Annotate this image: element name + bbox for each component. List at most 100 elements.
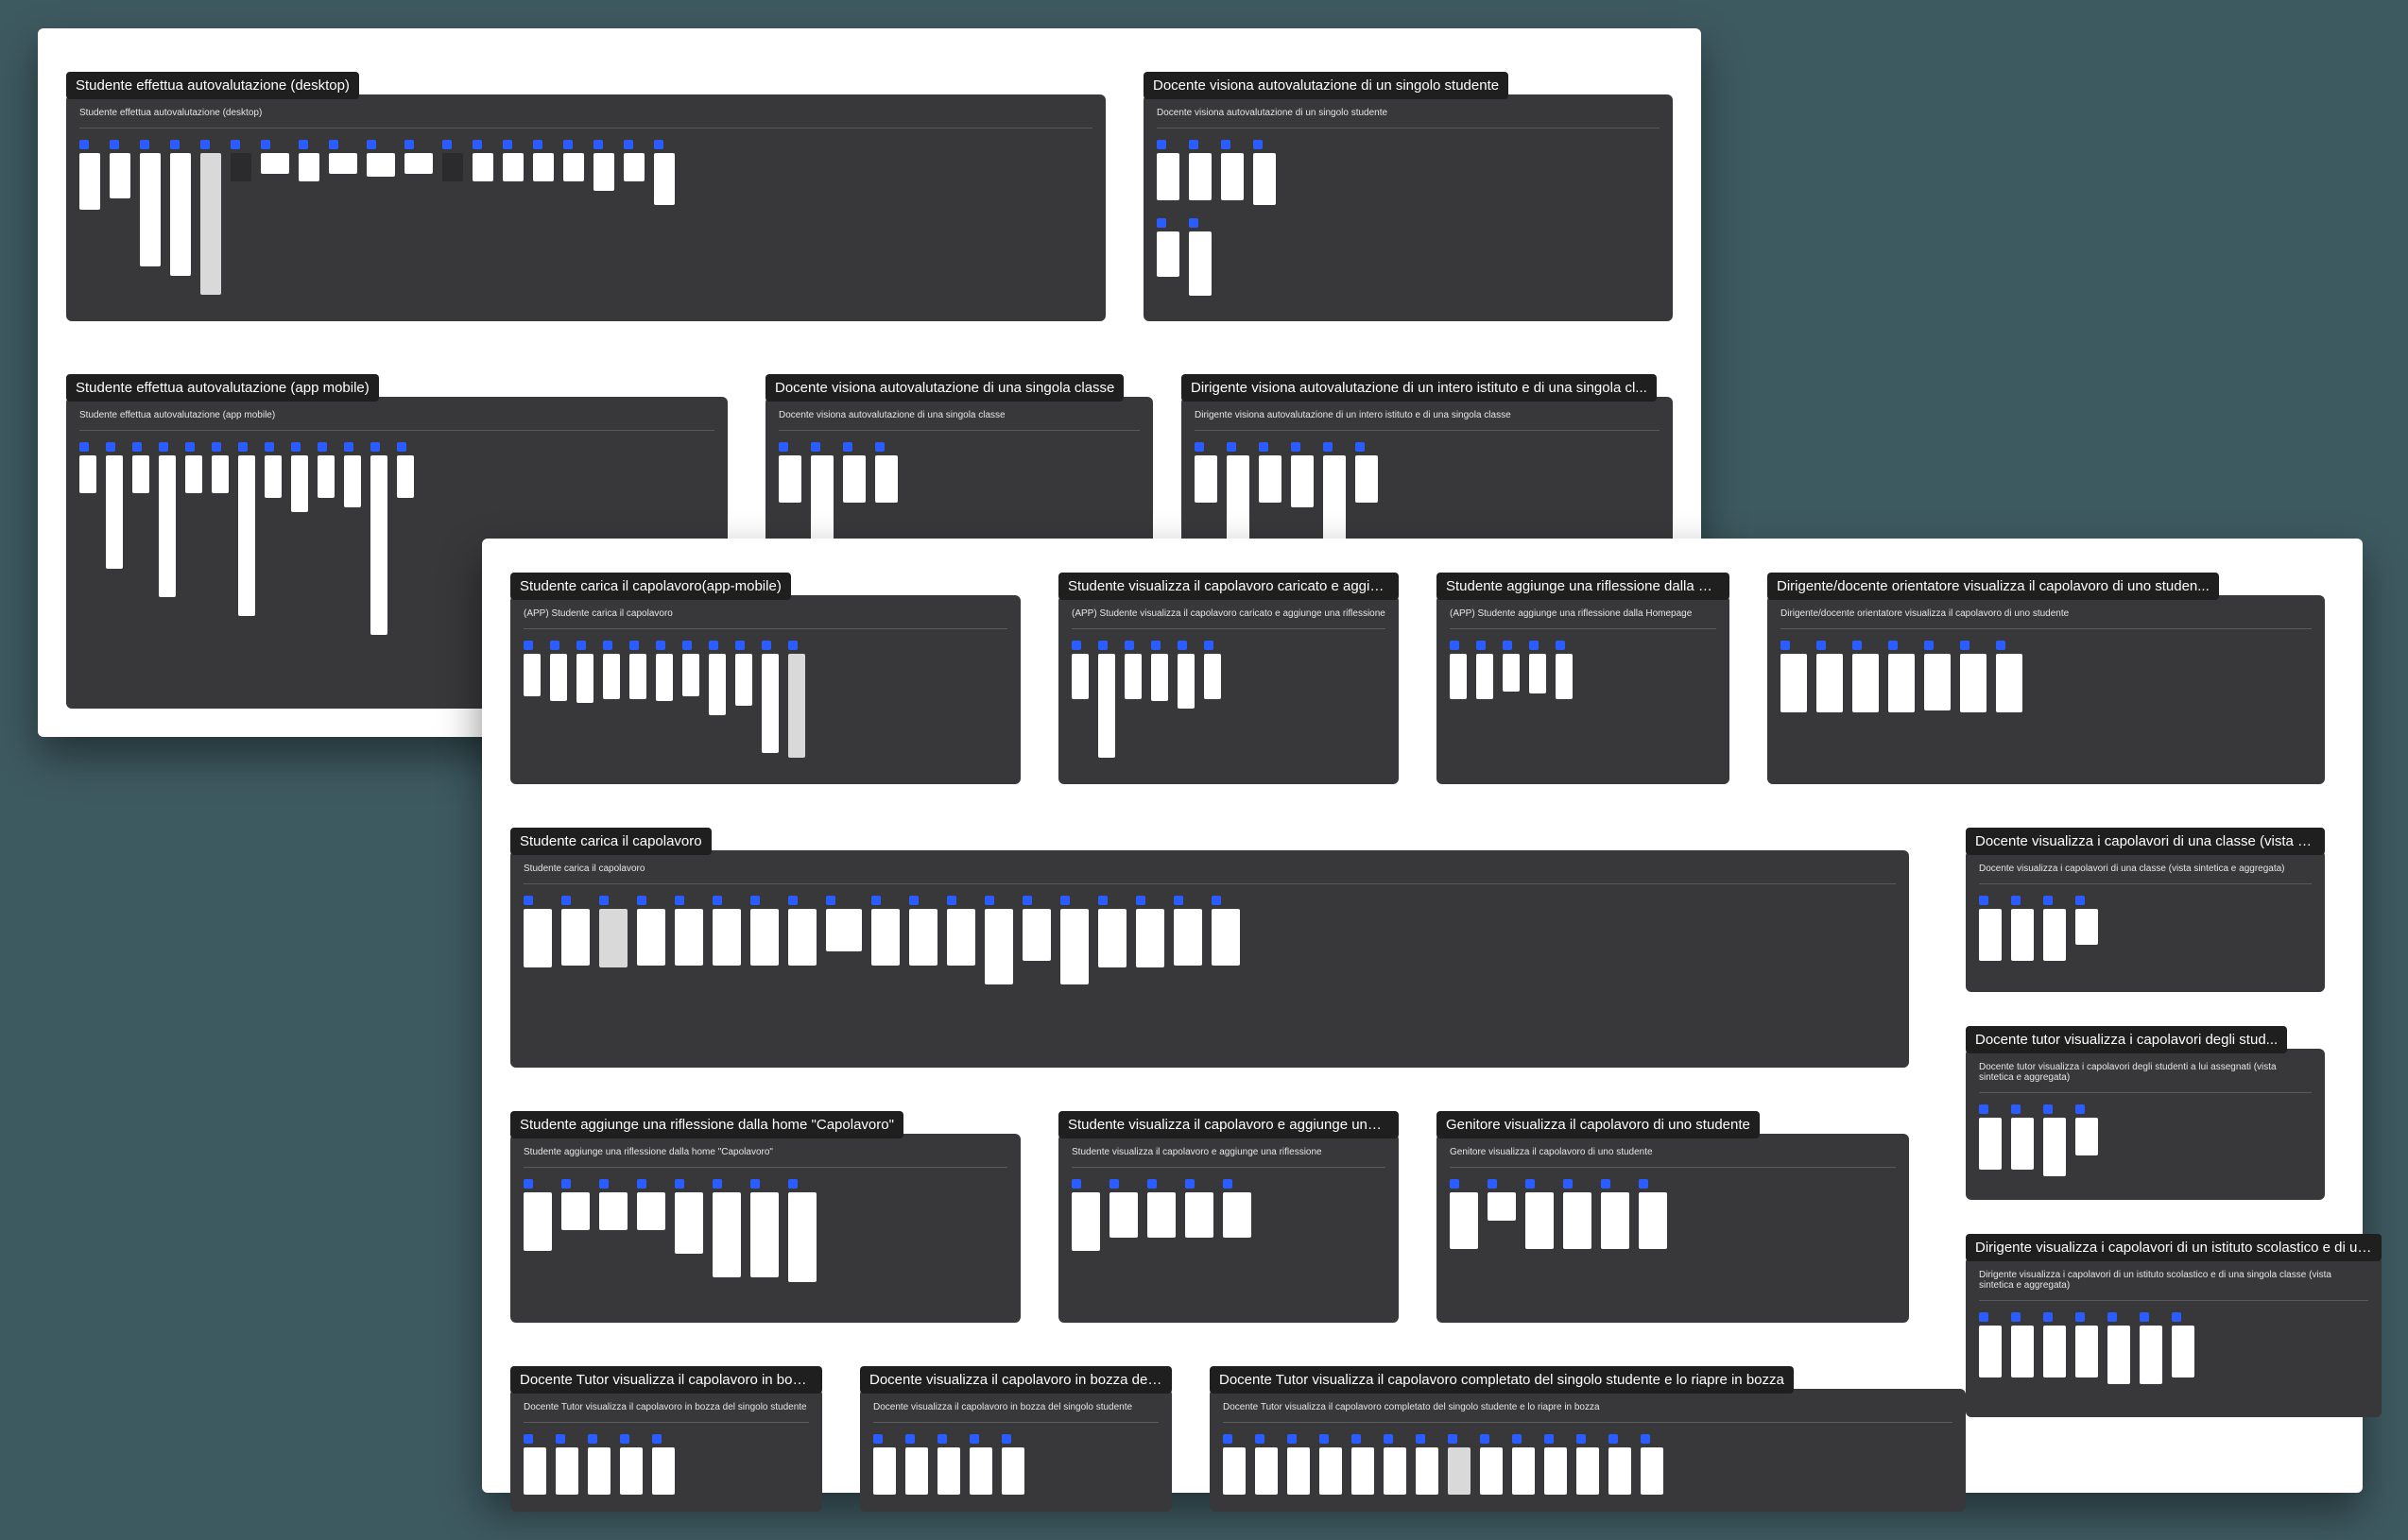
- flow-card[interactable]: Dirigente/docente orientatore visualizza…: [1767, 595, 2325, 784]
- screen-thumb[interactable]: [1503, 654, 1520, 692]
- screen[interactable]: [1979, 1312, 2002, 1377]
- screen[interactable]: [871, 896, 900, 966]
- screen-thumb[interactable]: [329, 153, 357, 174]
- screen[interactable]: [1601, 1179, 1629, 1249]
- screen-thumb[interactable]: [261, 153, 289, 174]
- screen[interactable]: [261, 140, 289, 174]
- screen[interactable]: [826, 896, 862, 951]
- screen[interactable]: [2172, 1312, 2194, 1377]
- flow-card[interactable]: Docente visiona autovalutazione di un si…: [1144, 94, 1673, 321]
- screen[interactable]: [735, 641, 752, 706]
- flow-card[interactable]: Studente visualizza il capolavoro carica…: [1058, 595, 1399, 784]
- screen[interactable]: [788, 1179, 817, 1282]
- screen-thumb[interactable]: [2043, 1118, 2066, 1176]
- screen[interactable]: [682, 641, 699, 696]
- screen[interactable]: [599, 1179, 628, 1230]
- screen[interactable]: [1109, 1179, 1138, 1238]
- screen-thumb[interactable]: [159, 455, 176, 597]
- screen[interactable]: [140, 140, 161, 266]
- screen-thumb[interactable]: [709, 654, 726, 715]
- screen[interactable]: [1503, 641, 1520, 692]
- screen-thumb[interactable]: [599, 1192, 628, 1230]
- screen[interactable]: [367, 140, 395, 177]
- screen-thumb[interactable]: [2075, 1118, 2098, 1155]
- screen[interactable]: [1098, 641, 1115, 758]
- screen[interactable]: [875, 442, 898, 503]
- screen-thumb[interactable]: [1355, 455, 1378, 503]
- screen-thumb[interactable]: [1641, 1447, 1663, 1495]
- screen[interactable]: [2075, 1312, 2098, 1377]
- screen-thumb[interactable]: [1291, 455, 1314, 507]
- screen[interactable]: [1488, 1179, 1516, 1221]
- screen[interactable]: [675, 896, 703, 966]
- screen[interactable]: [656, 641, 673, 701]
- screen-thumb[interactable]: [132, 455, 149, 493]
- screen[interactable]: [1888, 641, 1915, 712]
- screen[interactable]: [654, 140, 675, 205]
- screen[interactable]: [291, 442, 308, 512]
- screen[interactable]: [2075, 1104, 2098, 1155]
- screen-thumb[interactable]: [1852, 654, 1879, 712]
- screen-thumb[interactable]: [788, 654, 805, 758]
- screen[interactable]: [1221, 140, 1244, 200]
- screen-thumb[interactable]: [1529, 654, 1546, 693]
- flow-card[interactable]: Studente carica il capolavoroStudente ca…: [510, 850, 1909, 1068]
- screen-thumb[interactable]: [1151, 654, 1168, 701]
- screen-thumb[interactable]: [79, 455, 96, 493]
- screen[interactable]: [265, 442, 282, 498]
- flow-card[interactable]: Docente tutor visualizza i capolavori de…: [1966, 1049, 2325, 1200]
- screen[interactable]: [1253, 140, 1276, 205]
- screen[interactable]: [79, 140, 100, 210]
- screen[interactable]: [2075, 896, 2098, 945]
- screen[interactable]: [106, 442, 123, 569]
- screen-thumb[interactable]: [2043, 1326, 2066, 1377]
- screen[interactable]: [593, 140, 614, 191]
- screen[interactable]: [1450, 641, 1467, 699]
- screen[interactable]: [1195, 442, 1217, 503]
- screen[interactable]: [1448, 1434, 1471, 1495]
- screen-thumb[interactable]: [843, 455, 866, 503]
- screen-thumb[interactable]: [367, 153, 395, 177]
- screen[interactable]: [1924, 641, 1951, 710]
- screen[interactable]: [1185, 1179, 1213, 1238]
- screen[interactable]: [1259, 442, 1281, 503]
- screen[interactable]: [1189, 218, 1212, 296]
- screen-thumb[interactable]: [533, 153, 554, 181]
- screen[interactable]: [212, 442, 229, 493]
- screen-thumb[interactable]: [1488, 1192, 1516, 1221]
- flow-card[interactable]: Studente aggiunge una riflessione dalla …: [1436, 595, 1729, 784]
- screen-thumb[interactable]: [1480, 1447, 1503, 1495]
- screen-thumb[interactable]: [2043, 909, 2066, 961]
- screen-thumb[interactable]: [1212, 909, 1240, 966]
- screen-thumb[interactable]: [788, 909, 817, 966]
- screen-thumb[interactable]: [1098, 654, 1115, 758]
- screen[interactable]: [588, 1434, 611, 1495]
- screen[interactable]: [1098, 896, 1127, 967]
- screen[interactable]: [1291, 442, 1314, 507]
- screen[interactable]: [1002, 1434, 1024, 1495]
- screen[interactable]: [937, 1434, 960, 1495]
- screen[interactable]: [750, 896, 779, 966]
- screen[interactable]: [1608, 1434, 1631, 1495]
- screen-thumb[interactable]: [106, 455, 123, 569]
- screen[interactable]: [473, 140, 493, 181]
- screen[interactable]: [2043, 1104, 2066, 1176]
- screen[interactable]: [299, 140, 319, 181]
- screen-thumb[interactable]: [79, 153, 100, 210]
- screen-thumb[interactable]: [637, 909, 665, 966]
- screen[interactable]: [576, 641, 593, 703]
- screen-thumb[interactable]: [1476, 654, 1493, 699]
- screen-thumb[interactable]: [2172, 1326, 2194, 1377]
- screen-thumb[interactable]: [185, 455, 202, 493]
- screen-thumb[interactable]: [624, 153, 645, 181]
- screen[interactable]: [1204, 641, 1221, 699]
- screen-thumb[interactable]: [1512, 1447, 1535, 1495]
- screen[interactable]: [1960, 641, 1987, 712]
- screen[interactable]: [533, 140, 554, 181]
- flow-card[interactable]: Docente Tutor visualizza il capolavoro i…: [510, 1389, 822, 1512]
- screen-thumb[interactable]: [1525, 1192, 1554, 1249]
- screen[interactable]: [675, 1179, 703, 1254]
- screen[interactable]: [524, 896, 552, 967]
- screen-thumb[interactable]: [1287, 1447, 1310, 1495]
- screen[interactable]: [397, 442, 414, 498]
